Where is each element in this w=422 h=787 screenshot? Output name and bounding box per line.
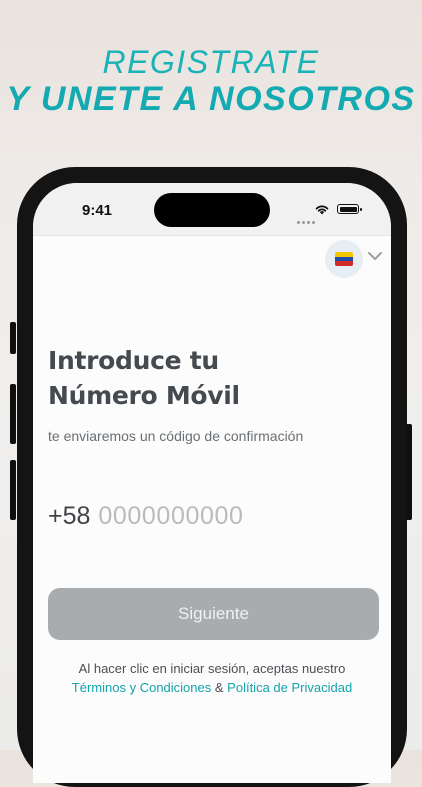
- status-bar: 9:41: [33, 183, 391, 236]
- phone-volume-down-button: [10, 460, 16, 520]
- terms-link[interactable]: Términos y Condiciones: [72, 680, 211, 695]
- promo-title-line2: Y UNETE A NOSOTROS: [6, 80, 416, 118]
- page-title-line1: Introduce tu: [48, 346, 219, 375]
- dynamic-island: [154, 193, 270, 227]
- phone-mute-switch: [10, 322, 16, 354]
- page-subtitle: te enviaremos un código de confirmación: [48, 428, 304, 444]
- battery-icon: [337, 204, 362, 214]
- legal-prefix: Al hacer clic en iniciar sesión, aceptas…: [78, 661, 346, 676]
- phone-power-button: [406, 424, 412, 520]
- phone-number-row: +58: [48, 499, 378, 533]
- page-title: Introduce tu Número Móvil: [48, 343, 378, 413]
- promo-title-line1: REGISTRATE: [102, 44, 320, 80]
- promo-header: REGISTRATE Y UNETE A NOSOTROS: [0, 0, 422, 160]
- phone-number-input[interactable]: [98, 501, 349, 531]
- venezuela-flag-icon: [335, 252, 353, 266]
- chevron-down-icon[interactable]: [367, 249, 383, 263]
- country-flag-button[interactable]: [325, 240, 363, 278]
- phone-volume-up-button: [10, 384, 16, 444]
- page-title-line2: Número Móvil: [48, 381, 240, 410]
- legal-notice: Al hacer clic en iniciar sesión, aceptas…: [33, 659, 391, 697]
- app-screen: 9:41 Introduce tu Número Móvil te enviar…: [33, 183, 391, 783]
- status-time: 9:41: [82, 202, 113, 219]
- legal-ampersand: &: [214, 680, 224, 695]
- next-button[interactable]: Siguiente: [48, 588, 379, 640]
- country-code[interactable]: +58: [48, 502, 90, 531]
- privacy-link[interactable]: Política de Privacidad: [227, 680, 352, 695]
- wifi-icon: [315, 205, 329, 215]
